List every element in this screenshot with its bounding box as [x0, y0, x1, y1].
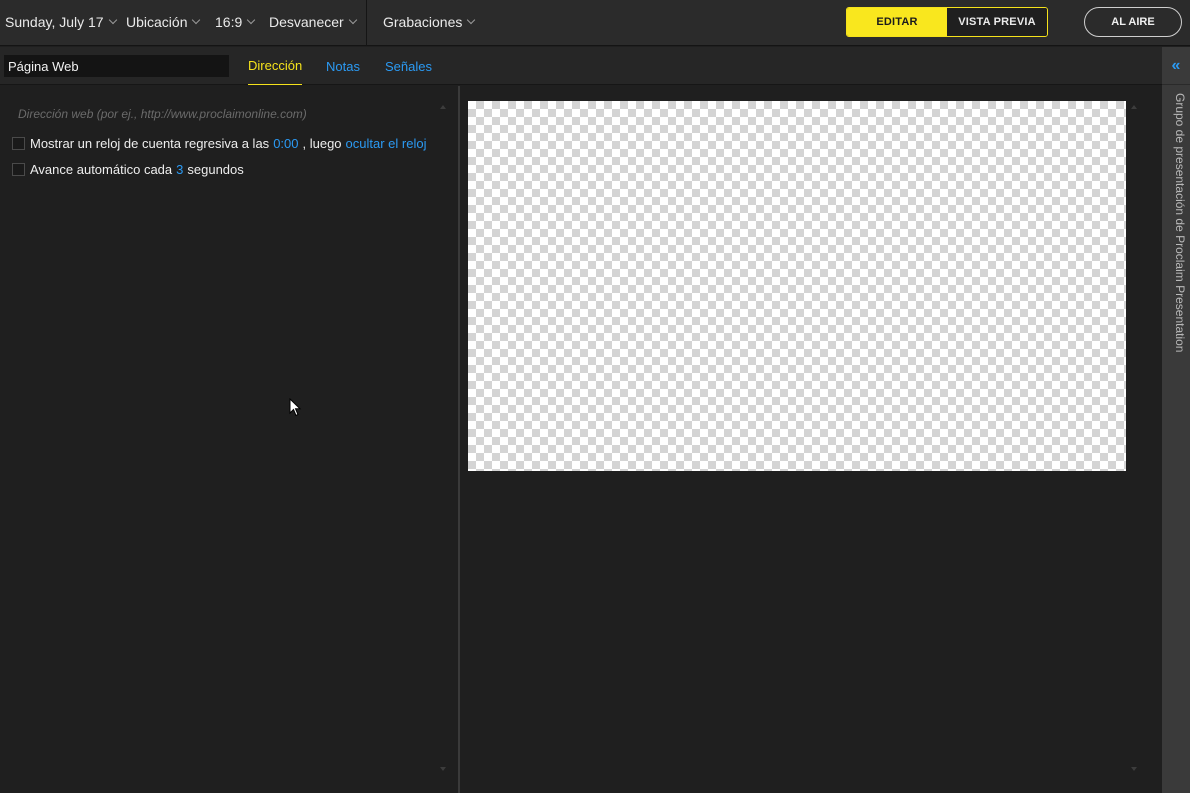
tab-senales[interactable]: Señales: [385, 47, 432, 85]
countdown-checkbox[interactable]: [12, 136, 25, 150]
countdown-text-before: Mostrar un reloj de cuenta regresiva a l…: [30, 135, 270, 151]
scroll-up-icon[interactable]: [440, 105, 446, 109]
slide-preview-canvas: [468, 101, 1126, 471]
autoadvance-checkbox[interactable]: [12, 162, 25, 176]
aspect-ratio-dropdown[interactable]: 16:9: [215, 0, 256, 44]
slide-header: Dirección Notas Señales: [0, 47, 1162, 85]
location-label: Ubicación: [126, 14, 188, 30]
countdown-option: Mostrar un reloj de cuenta regresiva a l…: [12, 134, 426, 152]
chevron-down-icon: [192, 15, 201, 25]
on-air-button[interactable]: AL AIRE: [1084, 7, 1182, 37]
sidebar-group-label[interactable]: Grupo de presentación de Proclaim Presen…: [1165, 93, 1187, 352]
chevron-down-icon: [108, 15, 117, 25]
mouse-cursor-icon: [289, 398, 302, 417]
scroll-down-icon[interactable]: [1131, 767, 1137, 771]
location-dropdown[interactable]: Ubicación: [126, 0, 201, 44]
countdown-action-link[interactable]: ocultar el reloj: [346, 136, 427, 151]
edit-mode-button[interactable]: EDITAR: [847, 8, 947, 36]
double-chevron-left-icon[interactable]: «: [1162, 47, 1190, 85]
mode-toggle: EDITAR VISTA PREVIA: [846, 7, 1048, 37]
web-address-input[interactable]: [12, 103, 432, 125]
slide-title-input[interactable]: [4, 55, 229, 77]
scroll-up-icon[interactable]: [1131, 105, 1137, 109]
autoadvance-option: Avance automático cada 3 segundos: [12, 160, 244, 178]
countdown-text-middle: , luego: [302, 135, 342, 151]
transition-dropdown[interactable]: Desvanecer: [269, 0, 357, 44]
preview-panel: [460, 86, 1162, 793]
slide-settings-panel: Mostrar un reloj de cuenta regresiva a l…: [0, 86, 458, 793]
aspect-ratio-label: 16:9: [215, 14, 243, 30]
chevron-down-icon: [467, 15, 476, 25]
autoadvance-text-before: Avance automático cada: [30, 161, 173, 177]
chevron-down-icon: [348, 15, 357, 25]
top-toolbar: Sunday, July 17 Ubicación 16:9 Desvanece…: [0, 0, 1190, 46]
recordings-dropdown[interactable]: Grabaciones: [383, 0, 476, 44]
transition-label: Desvanecer: [269, 14, 344, 30]
autoadvance-text-after: segundos: [187, 161, 244, 177]
countdown-time-link[interactable]: 0:00: [273, 136, 298, 151]
date-dropdown[interactable]: Sunday, July 17: [5, 0, 117, 44]
chevron-down-icon: [247, 15, 256, 25]
tab-notas[interactable]: Notas: [326, 47, 360, 85]
toolbar-divider: [366, 0, 367, 46]
scroll-down-icon[interactable]: [440, 767, 446, 771]
preview-mode-button[interactable]: VISTA PREVIA: [947, 8, 1047, 36]
date-label: Sunday, July 17: [5, 14, 104, 30]
recordings-label: Grabaciones: [383, 14, 463, 30]
autoadvance-seconds-link[interactable]: 3: [176, 162, 183, 177]
presentation-group-sidebar: « Grupo de presentación de Proclaim Pres…: [1162, 47, 1190, 793]
tab-direccion[interactable]: Dirección: [248, 47, 303, 85]
